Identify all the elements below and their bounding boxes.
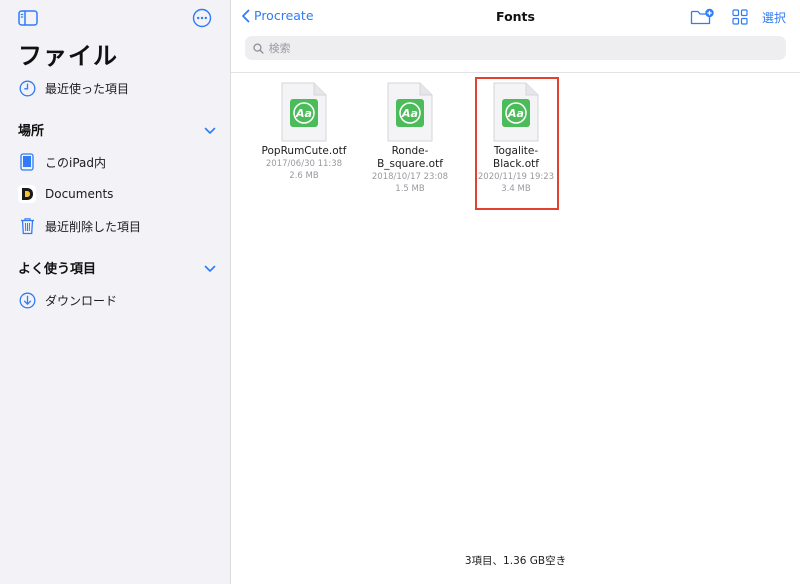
- file-size: 3.4 MB: [501, 184, 531, 194]
- download-icon: [18, 291, 36, 309]
- search-icon: [253, 43, 264, 54]
- file-date: 2017/06/30 11:38: [265, 159, 343, 169]
- sidebar-item-label: 最近使った項目: [45, 81, 130, 96]
- select-button[interactable]: 選択: [762, 6, 786, 28]
- file-size: 2.6 MB: [289, 171, 319, 181]
- chevron-down-icon: [204, 120, 216, 139]
- sidebar-item-downloads[interactable]: ダウンロード: [18, 288, 218, 312]
- font-file-icon: Aa: [280, 82, 328, 142]
- section-header: 場所: [18, 123, 45, 139]
- file-item-poprumcute[interactable]: Aa PopRumCute.otf 2017/06/30 11:38 2.6 M…: [254, 82, 354, 182]
- sidebar-title: ファイル: [18, 42, 118, 70]
- ipad-icon: [18, 153, 36, 171]
- file-date: 2020/11/19 19:23: [477, 172, 555, 182]
- file-name: PopRumCute.otf: [261, 145, 347, 157]
- main-content: Procreate Fonts 選択 Aa: [231, 0, 800, 584]
- divider: [231, 72, 800, 73]
- sidebar-item-label: このiPad内: [45, 155, 107, 170]
- search-input[interactable]: [268, 41, 786, 55]
- font-icon-text: Aa: [296, 107, 312, 120]
- search-bar[interactable]: [245, 36, 786, 60]
- more-options-icon[interactable]: [191, 7, 213, 29]
- font-icon-text: Aa: [402, 107, 418, 120]
- files-app: ファイル 最近使った項目 場所 このiPad内 Documents 最近削除した…: [0, 0, 800, 584]
- file-size: 1.5 MB: [395, 184, 425, 194]
- back-button-label: Procreate: [254, 8, 314, 23]
- sidebar-toolbar: [17, 7, 213, 29]
- sidebar-item-recently-deleted[interactable]: 最近削除した項目: [18, 214, 218, 238]
- sidebar-item-on-my-ipad[interactable]: このiPad内: [18, 150, 218, 174]
- new-folder-icon[interactable]: [690, 6, 714, 28]
- status-footer: 3項目、1.36 GB空き: [464, 555, 567, 567]
- file-name: Togalite-: [493, 145, 539, 157]
- documents-app-icon: [18, 185, 36, 203]
- clock-icon: [18, 79, 36, 97]
- file-name: Ronde-: [391, 145, 429, 157]
- file-grid: Aa PopRumCute.otf 2017/06/30 11:38 2.6 M…: [231, 82, 800, 222]
- chevron-left-icon: [242, 9, 250, 22]
- sidebar-item-label: 最近削除した項目: [45, 219, 142, 234]
- file-date: 2018/10/17 23:08: [371, 172, 449, 182]
- font-file-icon: Aa: [492, 82, 540, 142]
- file-name-line2: Black.otf: [493, 158, 539, 170]
- file-item-togalite-black[interactable]: Aa Togalite- Black.otf 2020/11/19 19:23 …: [466, 82, 566, 195]
- file-item-ronde-b-square[interactable]: Aa Ronde- B_square.otf 2018/10/17 23:08 …: [360, 82, 460, 195]
- trash-icon: [18, 217, 36, 235]
- sidebar-item-recents[interactable]: 最近使った項目: [18, 76, 218, 100]
- font-icon-text: Aa: [508, 107, 524, 120]
- back-button[interactable]: Procreate: [241, 8, 314, 23]
- section-favorites[interactable]: よく使う項目: [18, 256, 216, 278]
- sidebar-item-documents[interactable]: Documents: [18, 182, 218, 206]
- chevron-down-icon: [204, 258, 216, 277]
- navigation-bar: Procreate Fonts 選択: [231, 0, 800, 34]
- file-name-line2: B_square.otf: [377, 158, 443, 170]
- sidebar: ファイル 最近使った項目 場所 このiPad内 Documents 最近削除した…: [0, 0, 231, 584]
- sidebar-item-label: Documents: [45, 187, 114, 201]
- sidebar-item-label: ダウンロード: [45, 293, 118, 308]
- section-header: よく使う項目: [18, 261, 97, 277]
- sidebar-toggle-icon[interactable]: [17, 7, 39, 29]
- nav-actions: 選択: [690, 6, 786, 28]
- grid-view-icon[interactable]: [732, 6, 748, 28]
- section-locations[interactable]: 場所: [18, 118, 216, 140]
- font-file-icon: Aa: [386, 82, 434, 142]
